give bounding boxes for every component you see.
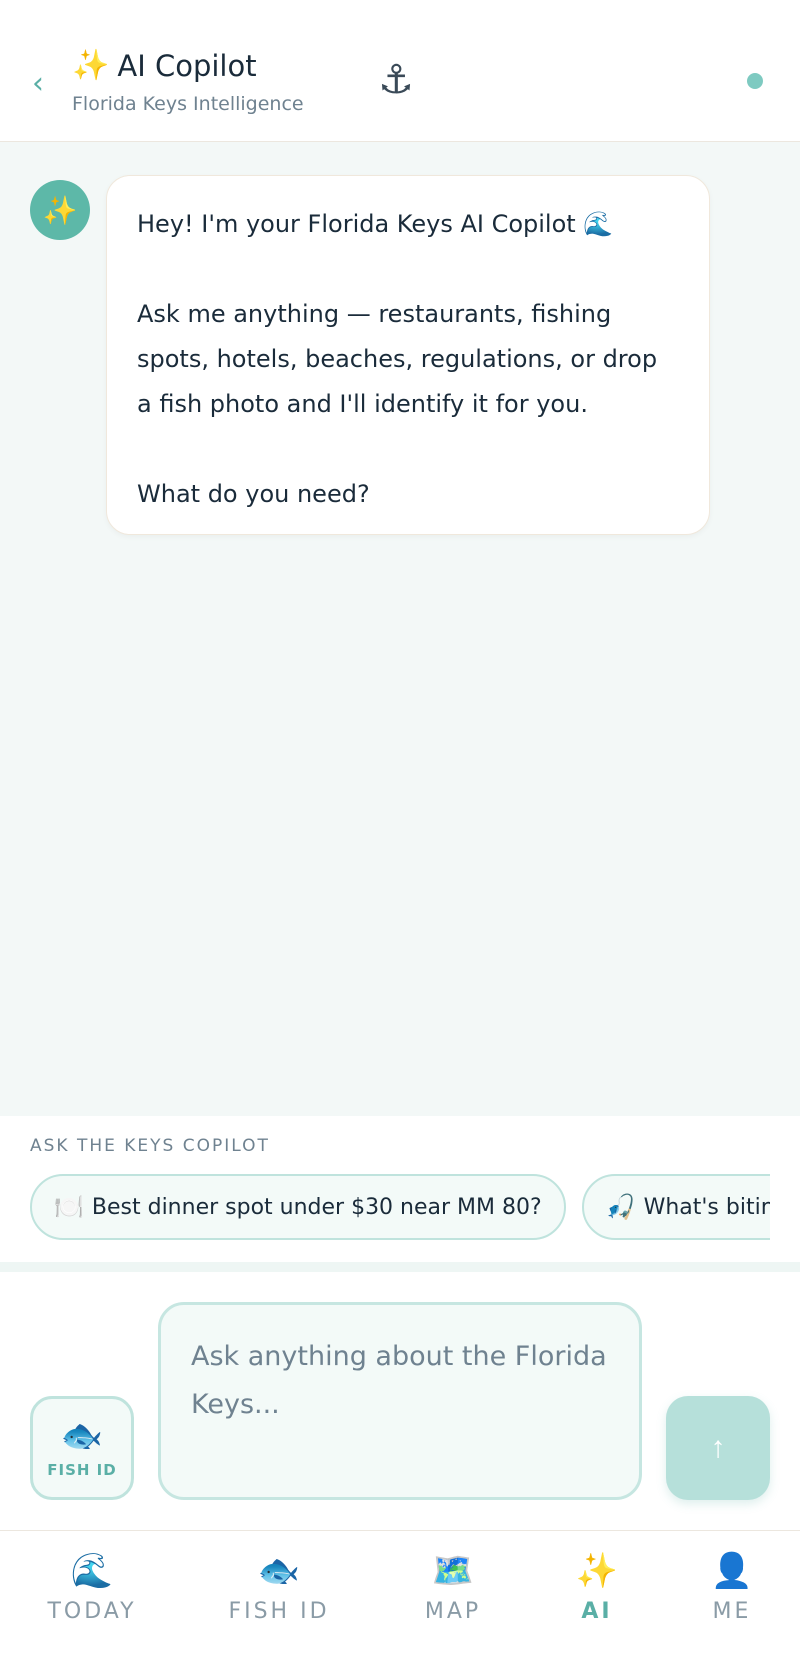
message-line: What do you need? xyxy=(137,480,370,508)
tab-map[interactable]: 🗺️ MAP xyxy=(383,1551,523,1641)
plate-icon: 🍽️ xyxy=(54,1193,84,1221)
tab-label: FISH ID xyxy=(228,1599,330,1624)
assistant-message-bubble: Hey! I'm your Florida Keys AI Copilot 🌊 … xyxy=(106,175,710,535)
suggestion-chip[interactable]: 🎣 What's biting near Islamorada? xyxy=(581,1174,770,1240)
message-composer: 🐟 FISH ID ↑ xyxy=(0,1272,800,1530)
status-indicator xyxy=(747,73,763,89)
tab-label: AI xyxy=(581,1599,613,1624)
sparkles-icon: ✨ xyxy=(42,193,78,227)
fish-id-button[interactable]: 🐟 FISH ID xyxy=(30,1396,134,1500)
message-line: Hey! I'm your Florida Keys AI Copilot 🌊 xyxy=(137,210,614,238)
fishing-pole-icon: 🎣 xyxy=(605,1193,636,1221)
message-line: Ask me anything — restaurants, fishing s… xyxy=(137,300,658,418)
tab-me[interactable]: 👤 ME xyxy=(662,1551,800,1641)
suggestion-chip-text: Best dinner spot under $30 near MM 80? xyxy=(91,1194,542,1220)
tab-today[interactable]: 🌊 TODAY xyxy=(22,1551,162,1641)
suggestion-chip[interactable]: 🍽️ Best dinner spot under $30 near MM 80… xyxy=(30,1174,566,1240)
app-header: ‹ ✨ AI Copilot Florida Keys Intelligence… xyxy=(0,0,800,142)
sparkles-icon: ✨ xyxy=(72,48,110,83)
tab-label: TODAY xyxy=(47,1599,137,1624)
anchor-icon: ⚓ xyxy=(378,57,414,103)
wave-icon: 🌊 xyxy=(70,1551,114,1591)
map-icon: 🗺️ xyxy=(431,1551,475,1591)
user-icon: 👤 xyxy=(710,1551,754,1591)
assistant-avatar: ✨ xyxy=(30,180,90,240)
title-row: ✨ AI Copilot xyxy=(72,48,257,84)
tab-ai[interactable]: ✨ AI xyxy=(527,1551,667,1641)
suggestions-label: ASK THE KEYS COPILOT xyxy=(30,1136,270,1156)
fish-icon: 🐟 xyxy=(60,1416,104,1456)
send-button[interactable]: ↑ xyxy=(666,1396,770,1500)
bottom-tab-bar: 🌊 TODAY 🐟 FISH ID 🗺️ MAP ✨ AI 👤 ME xyxy=(0,1530,800,1657)
tab-label: ME xyxy=(712,1599,752,1624)
suggestions-panel: ASK THE KEYS COPILOT 🍽️ Best dinner spot… xyxy=(0,1116,800,1266)
divider xyxy=(0,1262,800,1272)
suggestion-chips[interactable]: 🍽️ Best dinner spot under $30 near MM 80… xyxy=(30,1174,770,1244)
arrow-up-icon: ↑ xyxy=(710,1431,726,1464)
message-input[interactable] xyxy=(158,1302,642,1500)
back-button[interactable]: ‹ xyxy=(32,64,56,104)
chevron-left-icon: ‹ xyxy=(32,66,44,101)
fish-id-button-label: FISH ID xyxy=(47,1461,117,1479)
fish-icon: 🐟 xyxy=(257,1551,301,1591)
page-title: AI Copilot xyxy=(117,49,257,83)
tab-fish-id[interactable]: 🐟 FISH ID xyxy=(209,1551,349,1641)
suggestion-chip-text: What's biting near Islamorada? xyxy=(643,1194,770,1220)
page-subtitle: Florida Keys Intelligence xyxy=(72,93,304,115)
chat-area[interactable]: ✨ Hey! I'm your Florida Keys AI Copilot … xyxy=(0,143,800,1116)
sparkles-icon: ✨ xyxy=(575,1551,619,1591)
tab-label: MAP xyxy=(424,1599,482,1624)
